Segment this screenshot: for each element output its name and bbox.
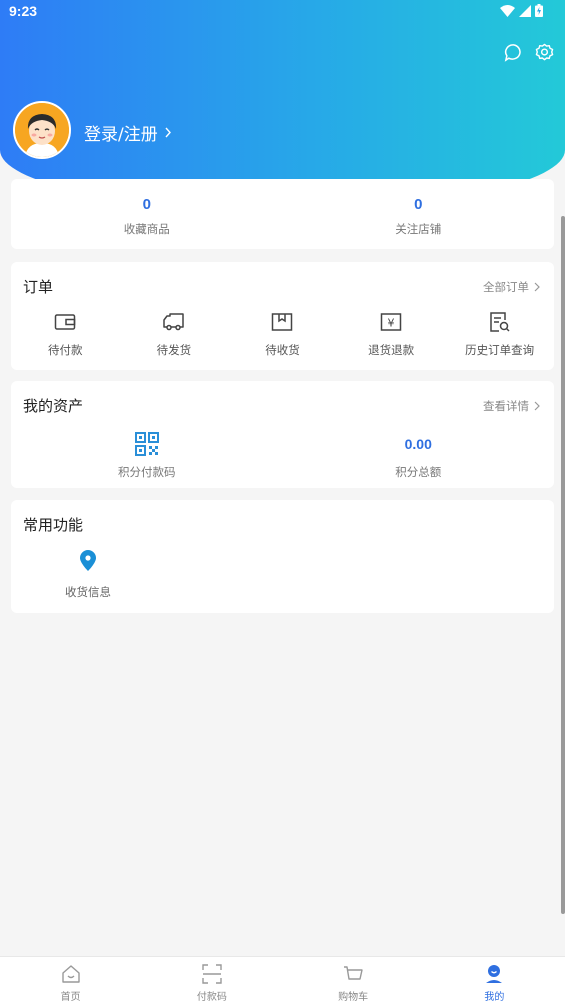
order-item-label: 待付款 [48, 343, 83, 357]
order-pending-shipment[interactable]: 待发货 [120, 310, 229, 358]
tab-cart[interactable]: 购物车 [283, 957, 424, 1004]
wallet-icon [55, 314, 76, 330]
asset-label: 积分付款码 [118, 465, 176, 479]
profile-page: 9:23 登录/注册 0 收藏商品 0 关注店铺 订单 全部订单 待付款 待发货… [0, 0, 565, 1004]
order-status-list: 待付款 待发货 待收货 ¥ 退货退款 历史订单查询 [11, 310, 554, 358]
all-orders-link[interactable]: 全部订单 [483, 279, 540, 295]
stat-favorite-products[interactable]: 0 收藏商品 [11, 179, 283, 249]
header-actions [504, 43, 554, 62]
order-pending-receipt[interactable]: 待收货 [228, 310, 337, 358]
status-bar: 9:23 [0, 0, 565, 24]
order-item-label: 历史订单查询 [465, 343, 535, 357]
stat-followed-stores[interactable]: 0 关注店铺 [283, 179, 555, 249]
orders-card: 订单 全部订单 待付款 待发货 待收货 ¥ 退货退款 历史订单查询 [11, 262, 554, 370]
points-total-value: 0.00 [404, 436, 432, 452]
signal-icon [519, 4, 531, 17]
avatar[interactable] [13, 101, 71, 159]
functions-title: 常用功能 [23, 516, 84, 534]
status-time: 9:23 [9, 3, 38, 19]
wifi-icon [500, 4, 515, 17]
qr-code-icon [134, 432, 159, 456]
chevron-right-icon [534, 282, 540, 292]
settings-gear-icon[interactable] [535, 43, 554, 62]
stats-card: 0 收藏商品 0 关注店铺 [11, 179, 554, 249]
stat-label: 收藏商品 [123, 222, 170, 236]
order-item-label: 待收货 [265, 343, 300, 357]
message-icon[interactable] [504, 43, 523, 62]
profile-icon [486, 964, 503, 983]
assets-card: 我的资产 查看详情 积分付款码 0.00 积分总额 [11, 381, 554, 488]
assets-title: 我的资产 [23, 397, 84, 415]
chevron-right-icon [534, 401, 540, 411]
svg-text:¥: ¥ [388, 317, 395, 330]
shipping-info-item[interactable]: 收货信息 [53, 550, 123, 600]
chevron-right-icon [165, 127, 171, 138]
login-register-link[interactable]: 登录/注册 [84, 120, 172, 145]
home-icon [61, 964, 80, 983]
view-details-link[interactable]: 查看详情 [483, 398, 540, 414]
scrollbar[interactable] [561, 216, 565, 914]
order-pending-payment[interactable]: 待付款 [11, 310, 120, 358]
tab-home[interactable]: 首页 [0, 957, 141, 1004]
order-history-search[interactable]: 历史订单查询 [445, 310, 554, 358]
points-total[interactable]: 0.00 积分总额 [283, 431, 555, 480]
status-icons [500, 4, 543, 17]
cart-icon [344, 965, 363, 980]
tab-label: 购物车 [338, 992, 369, 1003]
view-details-label: 查看详情 [483, 399, 529, 413]
order-item-label: 待发货 [156, 343, 192, 357]
order-returns-refunds[interactable]: ¥ 退货退款 [337, 310, 446, 358]
tab-mine[interactable]: 我的 [424, 957, 565, 1004]
asset-list: 积分付款码 0.00 积分总额 [11, 431, 554, 480]
function-label: 收货信息 [65, 585, 111, 599]
package-icon [272, 313, 293, 331]
all-orders-label: 全部订单 [483, 280, 529, 294]
tab-label: 我的 [484, 992, 505, 1003]
points-payment-code[interactable]: 积分付款码 [11, 431, 283, 480]
tab-label: 付款码 [196, 992, 227, 1003]
order-item-label: 退货退款 [368, 343, 415, 357]
scan-icon [202, 963, 222, 984]
orders-title: 订单 [23, 278, 54, 296]
common-functions-card: 常用功能 收货信息 [11, 500, 554, 613]
asset-label: 积分总额 [395, 465, 442, 479]
tab-payment-code[interactable]: 付款码 [141, 957, 282, 1004]
stat-value: 0 [414, 196, 423, 213]
battery-icon [535, 4, 543, 17]
stat-label: 关注店铺 [395, 222, 442, 236]
refund-icon: ¥ [380, 313, 402, 331]
bottom-tab-bar: 首页 付款码 购物车 我的 [0, 956, 565, 1004]
stat-value: 0 [142, 196, 151, 213]
avatar-illustration-icon [15, 103, 69, 157]
order-search-icon [489, 312, 510, 332]
login-register-label: 登录/注册 [84, 125, 158, 145]
location-pin-icon [80, 550, 96, 571]
tab-label: 首页 [60, 992, 81, 1003]
truck-icon [163, 313, 184, 331]
